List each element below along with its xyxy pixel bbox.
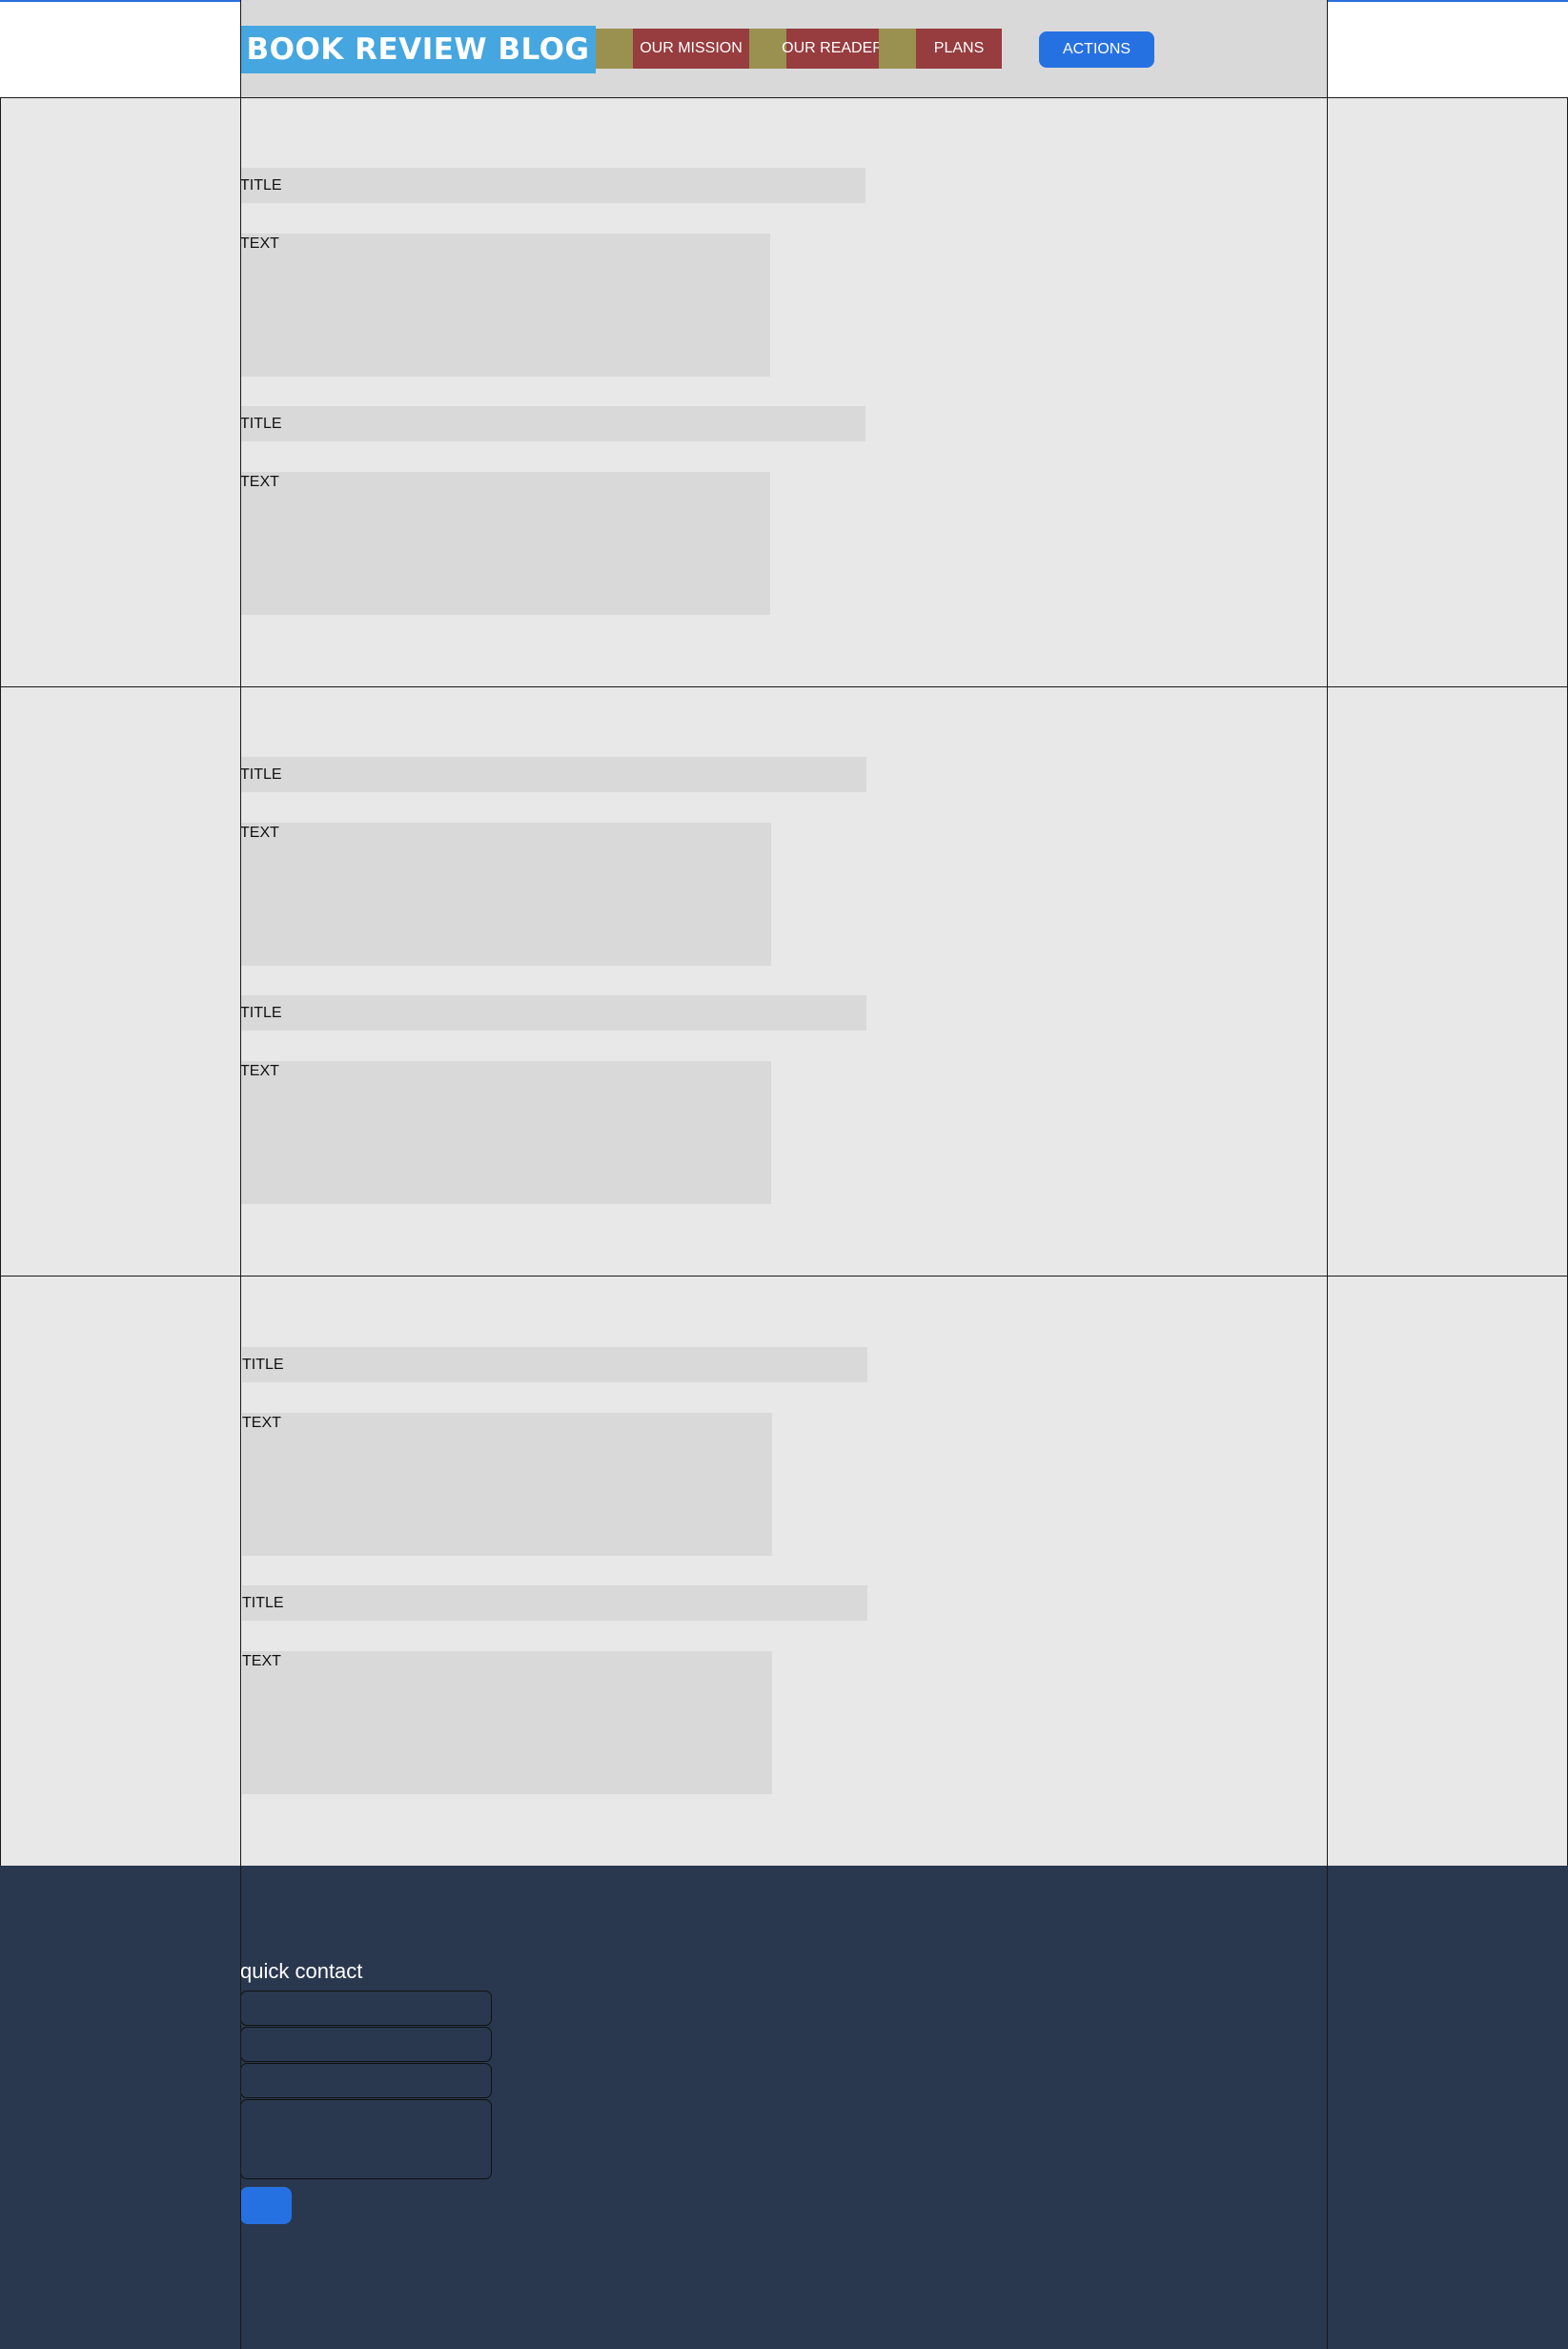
post-text: TEXT — [240, 823, 771, 966]
actions-button[interactable]: ACTIONS — [1039, 31, 1154, 68]
post-title: TITLE — [240, 757, 866, 792]
post-title: TITLE — [240, 406, 865, 441]
nav-spacer — [749, 29, 786, 69]
post-text: TEXT — [242, 1413, 772, 1556]
post-title: TITLE — [240, 168, 865, 203]
post-text: TEXT — [242, 1651, 772, 1794]
site-logo[interactable]: BOOK REVIEW BLOG — [240, 26, 596, 73]
post-title: TITLE — [240, 995, 866, 1031]
nav-item-our-reader[interactable]: OUR READER — [782, 29, 884, 69]
post-text: TEXT — [240, 234, 770, 377]
contact-email-field[interactable] — [240, 2027, 492, 2062]
grid-guide-right — [1327, 0, 1328, 2349]
grid-guide-left — [240, 0, 241, 2349]
contact-name-field[interactable] — [240, 1991, 492, 2026]
contact-message-field[interactable] — [240, 2099, 492, 2179]
post-title: TITLE — [242, 1347, 867, 1382]
nav-spacer — [879, 29, 916, 69]
quick-contact-label: quick contact — [240, 1959, 363, 1983]
nav-item-our-mission[interactable]: OUR MISSION — [633, 29, 749, 69]
contact-submit-button[interactable] — [240, 2187, 292, 2224]
post-text: TEXT — [240, 472, 770, 615]
contact-subject-field[interactable] — [240, 2063, 492, 2098]
post-title: TITLE — [242, 1585, 867, 1621]
footer — [0, 1866, 1568, 2349]
post-text: TEXT — [240, 1061, 771, 1204]
nav-spacer — [596, 29, 633, 69]
nav-item-plans[interactable]: PLANS — [916, 29, 1002, 69]
